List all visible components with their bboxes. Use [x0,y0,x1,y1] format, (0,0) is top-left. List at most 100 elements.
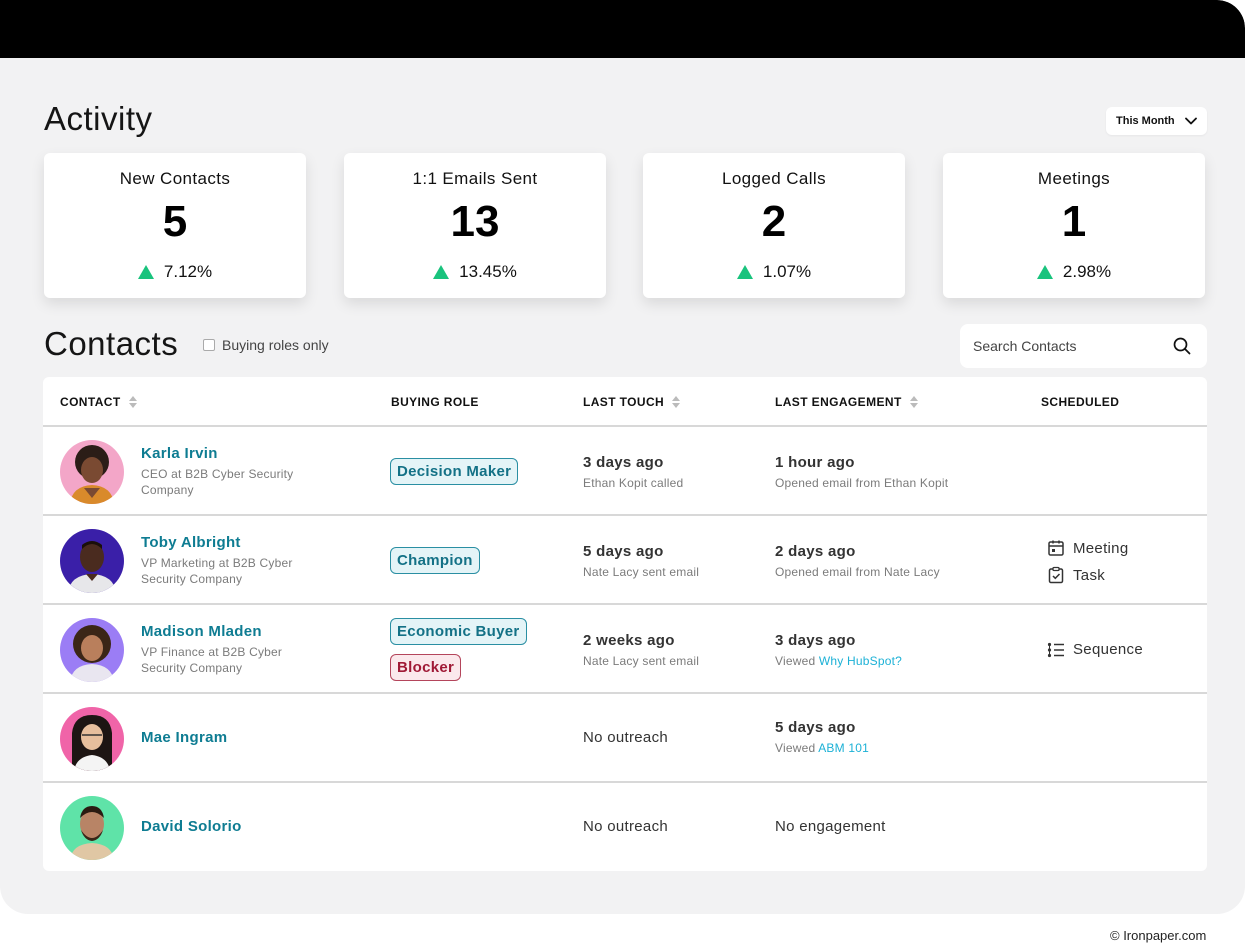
activity-heading: Activity [44,100,153,137]
role-badge: Champion [390,547,480,574]
stat-value: 13 [450,197,500,246]
stat-value: 5 [162,197,188,246]
table-header: CONTACT BUYING ROLE LAST TOUCH LAST ENGA… [43,377,1207,427]
stat-card-emails-sent: 1:1 Emails Sent 13 13.45% [344,153,606,298]
stat-delta-value: 2.98% [1062,262,1112,281]
column-header-scheduled: SCHEDULED [1041,395,1119,409]
role-badge: Economic Buyer [390,618,527,645]
period-dropdown-label: This Month [1116,115,1175,127]
last-engagement-detail: Opened email from Nate Lacy [775,565,940,579]
contacts-table: CONTACT BUYING ROLE LAST TOUCH LAST ENGA… [43,377,1207,871]
asset-link[interactable]: ABM 101 [818,741,869,755]
column-header-buying-role: BUYING ROLE [391,395,479,409]
contact-name-link[interactable]: Karla Irvin [141,445,218,462]
stat-card-meetings: Meetings 1 2.98% [943,153,1205,298]
table-row[interactable]: Madison Mladen VP Finance at B2B Cyber Se… [43,605,1207,694]
contact-name-link[interactable]: David Solorio [141,818,242,835]
search-input[interactable] [973,338,1168,354]
column-header-label: LAST ENGAGEMENT [775,395,902,409]
column-header-last-touch[interactable]: LAST TOUCH [583,395,681,409]
last-touch-detail: Ethan Kopit called [583,476,684,490]
copyright-text: © Ironpaper.com [1110,928,1207,943]
stat-card-new-contacts: New Contacts 5 7.12% [44,153,306,298]
buying-roles-checkbox[interactable] [203,339,215,351]
last-touch-detail: Nate Lacy sent email [583,654,700,668]
last-touch-time: No outreach [583,729,669,746]
last-engagement-time: 1 hour ago [775,454,855,471]
scheduled-meeting[interactable]: Meeting [1047,539,1128,557]
search-box[interactable] [960,324,1207,368]
last-engagement-detail: Viewed ABM 101 [775,741,869,755]
sort-icon[interactable] [909,396,918,408]
engagement-prefix: Viewed [775,741,816,755]
scheduled-label: Sequence [1073,641,1143,658]
engagement-prefix: Viewed [775,654,816,668]
last-touch-detail: Nate Lacy sent email [583,565,700,579]
last-touch-time: 3 days ago [583,454,664,471]
contact-title-line: Security Company [141,661,243,675]
contact-name-link[interactable]: Toby Albright [141,534,241,551]
contact-title-line: Company [141,483,194,497]
calendar-icon [1048,540,1064,556]
column-header-contact[interactable]: CONTACT [60,395,137,409]
role-badge: Decision Maker [390,458,519,485]
last-engagement-detail: Opened email from Ethan Kopit [775,476,949,490]
stat-card-logged-calls: Logged Calls 2 1.07% [643,153,905,298]
column-header-label: LAST TOUCH [583,395,665,409]
stat-delta: 1.07% [643,262,905,282]
contact-name-link[interactable]: Madison Mladen [141,623,262,640]
avatar [60,529,124,593]
asset-link[interactable]: Why HubSpot? [819,654,902,668]
avatar [60,707,124,771]
stat-delta: 13.45% [344,262,606,282]
last-engagement-time: 3 days ago [775,632,856,649]
buying-roles-label: Buying roles only [222,337,329,353]
scheduled-task[interactable]: Task [1047,566,1105,584]
stat-label: Logged Calls [721,169,827,188]
column-header-label: BUYING ROLE [391,395,479,409]
sequence-list-icon [1047,642,1064,657]
stat-delta-value: 7.12% [163,262,213,281]
top-bar [0,0,1245,58]
trend-up-icon [433,265,450,279]
avatar [60,618,124,682]
scheduled-label: Meeting [1073,539,1129,557]
chevron-down-icon [1184,117,1197,125]
contact-title-line: VP Finance at B2B Cyber [141,645,283,659]
stat-value: 1 [1061,197,1087,246]
scheduled-sequence[interactable]: Sequence [1047,641,1143,658]
trend-up-icon [736,265,753,279]
table-row[interactable]: Mae Ingram No outreach 5 days ago Viewed… [43,694,1207,783]
stat-delta-value: 1.07% [762,262,812,281]
contact-title: VP Marketing at B2B Cyber Security Compan… [141,555,321,587]
period-dropdown[interactable]: This Month [1106,107,1207,135]
task-icon [1048,566,1064,584]
contact-title-line: Security Company [141,572,243,586]
last-engagement-time: 5 days ago [775,719,856,736]
table-row[interactable]: David Solorio No outreach No engagement [43,783,1207,871]
buying-roles-filter[interactable]: Buying roles only [203,337,329,353]
app-frame: Activity This Month New Contacts 5 7.12%… [0,0,1245,914]
column-header-last-engagement[interactable]: LAST ENGAGEMENT [775,395,918,409]
column-header-label: CONTACT [60,395,121,409]
contact-name-link[interactable]: Mae Ingram [141,729,227,746]
table-row[interactable]: Toby Albright VP Marketing at B2B Cyber S… [43,516,1207,605]
stat-label: Meetings [1037,169,1111,188]
role-badge-blocker: Blocker [390,654,462,681]
stat-label: 1:1 Emails Sent [412,169,538,188]
contacts-heading: Contacts [44,325,179,362]
last-engagement-time: No engagement [775,818,886,835]
last-engagement-detail: Viewed Why HubSpot? [775,654,902,668]
last-touch-time: No outreach [583,818,669,835]
stat-label: New Contacts [119,169,231,188]
last-engagement-time: 2 days ago [775,543,856,560]
search-icon[interactable] [1173,337,1191,355]
stat-delta: 2.98% [943,262,1205,282]
stat-delta: 7.12% [44,262,306,282]
stat-value: 2 [761,197,787,246]
sort-icon[interactable] [672,396,681,408]
sort-icon[interactable] [128,396,137,408]
column-header-label: SCHEDULED [1041,395,1120,409]
avatar [60,796,124,860]
table-row[interactable]: Karla Irvin CEO at B2B Cyber Security Com… [43,427,1207,516]
